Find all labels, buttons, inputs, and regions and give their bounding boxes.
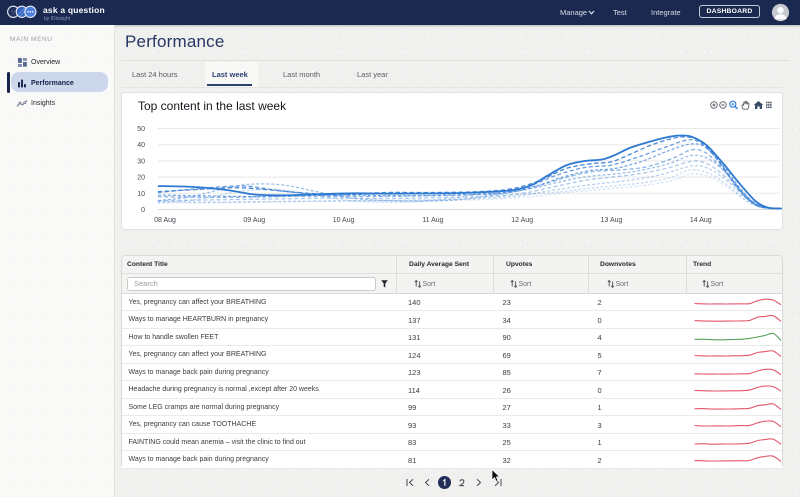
svg-text:12 Aug: 12 Aug (511, 217, 533, 224)
svg-text:50: 50 (137, 126, 145, 133)
svg-text:08 Aug: 08 Aug (154, 217, 176, 224)
svg-text:40: 40 (137, 142, 145, 149)
svg-text:10: 10 (137, 190, 145, 197)
svg-text:11 Aug: 11 Aug (422, 217, 443, 224)
svg-text:0: 0 (141, 207, 145, 214)
svg-text:09 Aug: 09 Aug (243, 217, 265, 224)
svg-text:10 Aug: 10 Aug (333, 217, 355, 224)
svg-text:20: 20 (137, 174, 145, 181)
svg-text:14 Aug: 14 Aug (690, 217, 712, 224)
svg-text:13 Aug: 13 Aug (601, 217, 623, 224)
svg-text:30: 30 (137, 158, 145, 165)
